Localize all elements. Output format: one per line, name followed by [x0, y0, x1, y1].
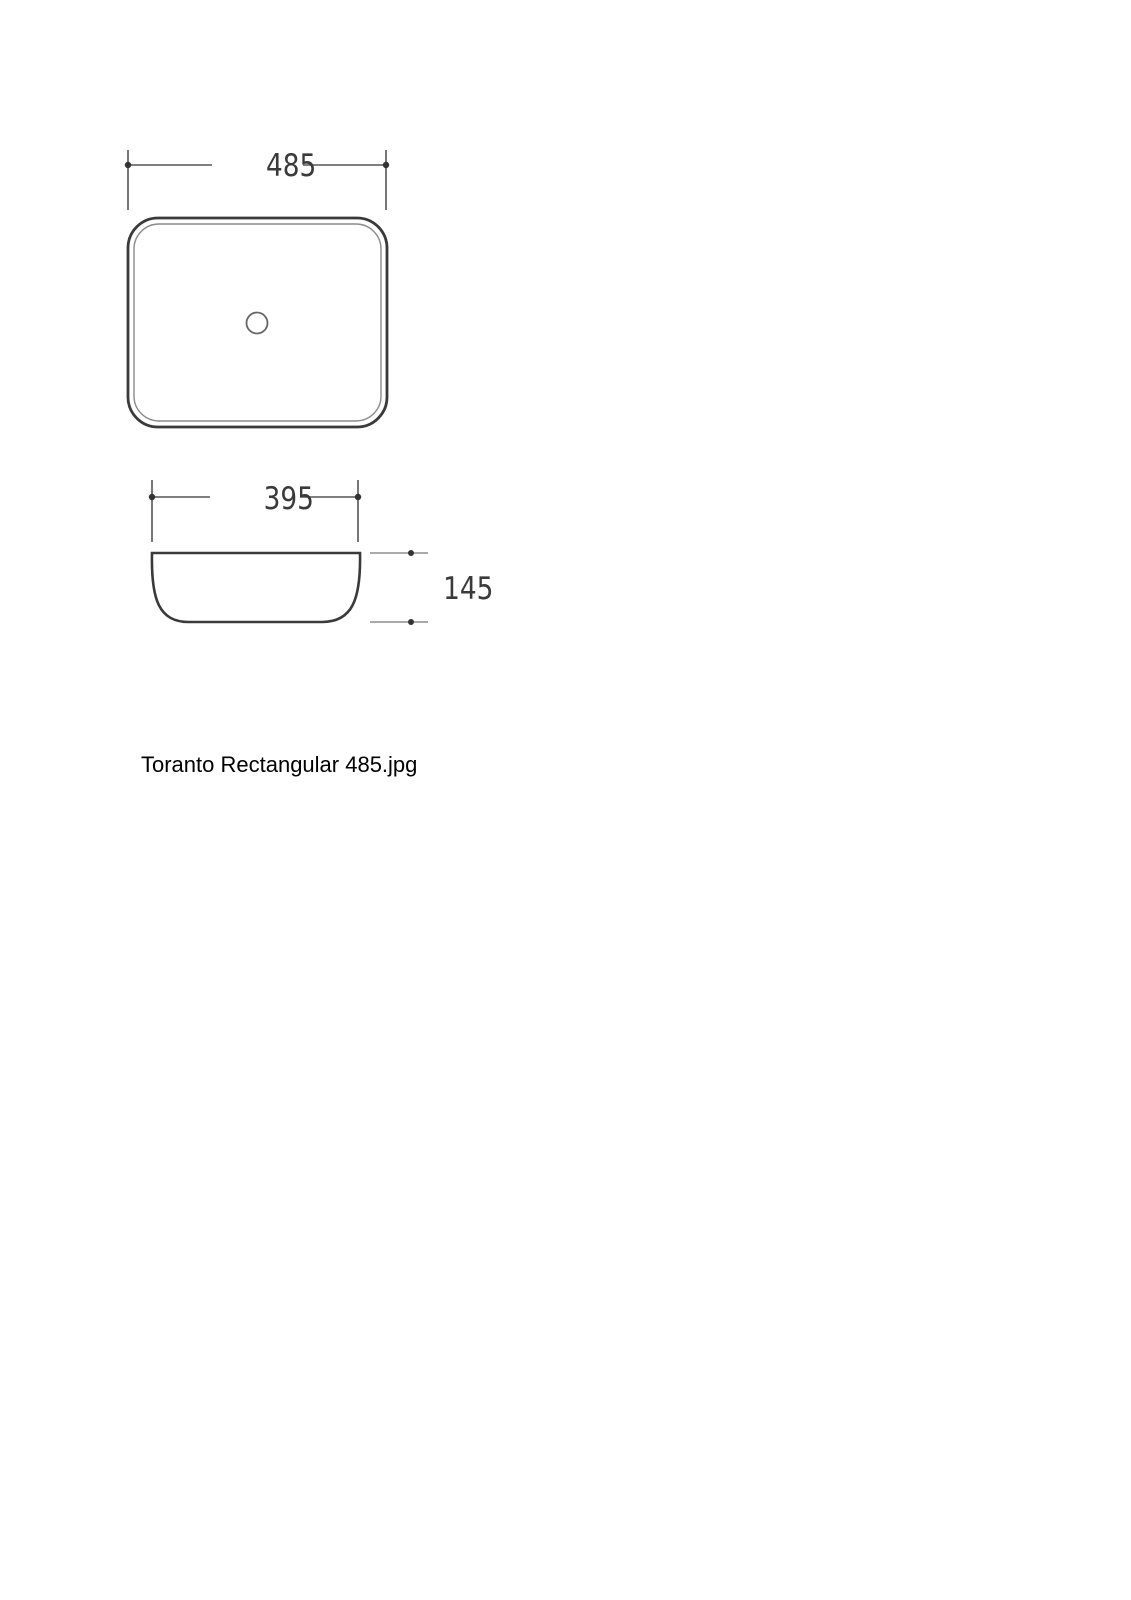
base-width-dimension: [151, 480, 359, 542]
dimension-endpoint-bottom: [408, 619, 414, 625]
top-view: 485: [124, 147, 390, 429]
dimension-endpoint-left: [124, 161, 132, 169]
side-view: 395 145: [148, 480, 493, 625]
height-label: 145: [443, 570, 493, 607]
basin-inner-rim: [133, 223, 382, 422]
height-dimension: [370, 552, 428, 623]
dimension-endpoint-top: [408, 550, 414, 556]
dimension-endpoint-right: [382, 161, 390, 169]
width-dimension: [127, 150, 387, 210]
basin-profile: [150, 551, 362, 624]
basin-technical-drawing: 485 395 145: [124, 147, 493, 625]
dimension-endpoint-right: [354, 493, 362, 501]
drain-hole: [245, 311, 269, 335]
width-label: 485: [266, 147, 316, 184]
image-filename-caption: Toranto Rectangular 485.jpg: [141, 752, 418, 777]
basin-outer-rim: [126, 216, 389, 429]
dimension-endpoint-left: [148, 493, 156, 501]
base-width-label: 395: [264, 480, 314, 517]
